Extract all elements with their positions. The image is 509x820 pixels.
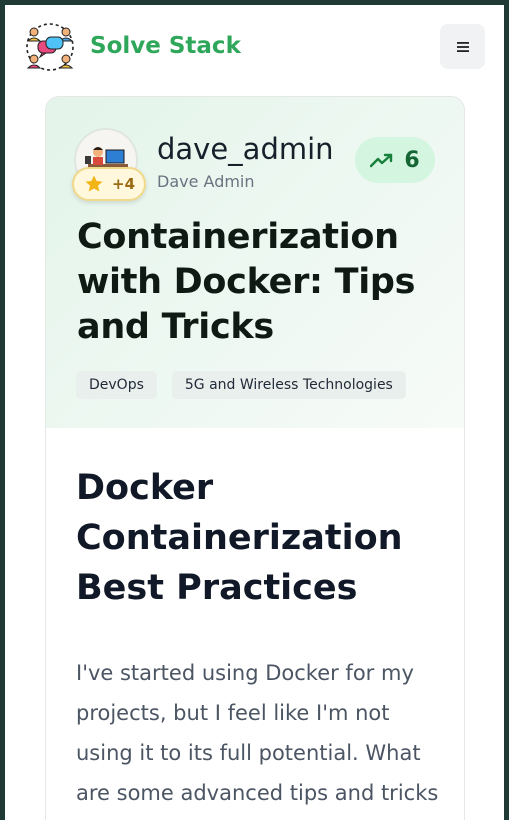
xp-value: +4: [112, 175, 136, 193]
score-badge: 6: [355, 137, 435, 183]
app-page: Solve Stack +4 dave_admin Dave Admin 6 C…: [5, 5, 504, 820]
hamburger-icon: [456, 41, 469, 52]
post-body: Docker Containerization Best Practices I…: [46, 428, 464, 820]
tag-list: DevOps 5G and Wireless Technologies: [76, 371, 406, 399]
tag-chip[interactable]: DevOps: [76, 371, 157, 399]
star-icon: [85, 175, 103, 192]
author-username[interactable]: dave_admin: [157, 132, 334, 166]
people-chat-icon[interactable]: [24, 21, 76, 73]
content-paragraph: I've started using Docker for my project…: [76, 661, 439, 805]
tag-chip[interactable]: 5G and Wireless Technologies: [171, 371, 406, 399]
menu-button[interactable]: [440, 24, 485, 69]
post-header: +4 dave_admin Dave Admin 6 Containerizat…: [46, 97, 464, 428]
author-full-name: Dave Admin: [157, 172, 255, 191]
post-title: Containerization with Docker: Tips and T…: [77, 217, 416, 347]
content-heading: Docker Containerization Best Practices: [76, 468, 403, 608]
brand-name[interactable]: Solve Stack: [90, 33, 241, 59]
xp-badge: +4: [72, 167, 146, 201]
top-nav-bar: Solve Stack: [5, 5, 504, 91]
post-card: +4 dave_admin Dave Admin 6 Containerizat…: [45, 96, 465, 820]
score-value: 6: [404, 147, 420, 173]
trending-up-icon: [370, 153, 393, 168]
